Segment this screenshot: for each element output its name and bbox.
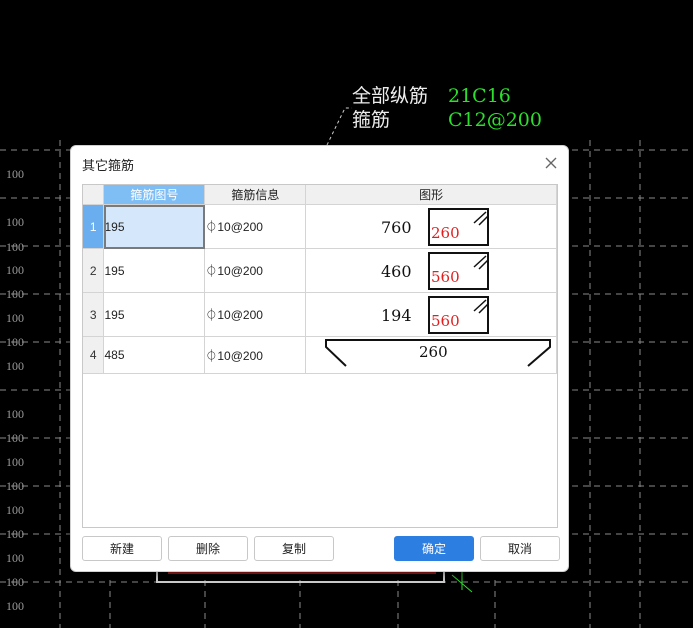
stirrup-shape-cell[interactable]: 760 260: [305, 204, 557, 249]
shape-dimension-left: 194: [381, 306, 412, 325]
stirrup-shape-cell[interactable]: 194 560: [305, 292, 557, 337]
all-long-rebar-value: 21C16: [448, 85, 511, 107]
row-number[interactable]: 1: [83, 204, 105, 249]
column-header-info[interactable]: 箍筋信息: [204, 185, 307, 205]
stirrup-info-cell[interactable]: ⏀10@200: [204, 204, 307, 249]
row-label: 100: [6, 407, 24, 421]
row-label: 100: [6, 359, 24, 373]
stirrup-shape-cell[interactable]: 260: [305, 336, 557, 374]
row-label: 100: [6, 311, 24, 325]
row-label: 100: [6, 431, 24, 445]
stirrup-code-cell[interactable]: 195: [103, 292, 206, 337]
row-label: 100: [6, 455, 24, 469]
shape-dimension-center: 260: [419, 343, 448, 361]
row-label: 100: [6, 551, 24, 565]
column-header-code[interactable]: 箍筋图号: [103, 185, 206, 205]
stirrup-info-cell[interactable]: ⏀10@200: [204, 248, 307, 293]
row-label: 100: [6, 287, 24, 301]
row-label: 100: [6, 599, 24, 613]
row-label: 100: [6, 527, 24, 541]
ok-button[interactable]: 确定: [394, 536, 474, 561]
row-label: 100: [6, 263, 24, 277]
cancel-button[interactable]: 取消: [480, 536, 560, 561]
table-row[interactable]: 3 195 ⏀10@200 194 560: [83, 292, 557, 337]
table-row[interactable]: 1 195 ⏀10@200 760 260: [83, 204, 557, 249]
row-label: 100: [6, 479, 24, 493]
closed-stirrup-shape: 194 560: [381, 296, 490, 334]
row-number[interactable]: 2: [83, 248, 105, 293]
row-label: 100: [6, 167, 24, 181]
stirrup-info-cell[interactable]: ⏀10@200: [204, 292, 307, 337]
dialog-title: 其它箍筋: [82, 158, 135, 173]
row-label: 100: [6, 575, 24, 589]
row-label: 100: [6, 503, 24, 517]
close-icon[interactable]: [544, 156, 558, 170]
stirrup-info-cell[interactable]: ⏀10@200: [204, 336, 307, 374]
copy-button[interactable]: 复制: [254, 536, 334, 561]
new-button[interactable]: 新建: [82, 536, 162, 561]
row-number[interactable]: 3: [83, 292, 105, 337]
shape-dimension-left: 460: [381, 262, 412, 281]
row-number[interactable]: 4: [83, 336, 105, 374]
stirrup-value: C12@200: [448, 109, 542, 131]
stirrup-code-cell[interactable]: 195: [103, 204, 206, 249]
shape-dimension-left: 760: [381, 218, 412, 237]
row-label: 100: [6, 240, 24, 254]
stirrup-code-cell[interactable]: 485: [103, 336, 206, 374]
table-header-row: 箍筋图号 箍筋信息 图形: [83, 185, 557, 205]
closed-stirrup-shape: 460 560: [381, 252, 490, 290]
open-stirrup-shape: 260: [325, 339, 552, 367]
stirrup-shape-cell[interactable]: 460 560: [305, 248, 557, 293]
stirrup-label: 箍筋: [352, 109, 391, 131]
all-long-rebar-label: 全部纵筋: [352, 85, 429, 107]
stirrup-grid: 箍筋图号 箍筋信息 图形 1 195 ⏀10@200 760 260 2 195…: [82, 184, 558, 528]
header-corner: [83, 185, 105, 205]
delete-button[interactable]: 删除: [168, 536, 248, 561]
table-row[interactable]: 2 195 ⏀10@200 460 560: [83, 248, 557, 293]
row-label: 100: [6, 215, 24, 229]
closed-stirrup-shape: 760 260: [381, 208, 490, 246]
shape-dimension-inner: 260: [431, 224, 460, 242]
other-stirrups-dialog: 其它箍筋 箍筋图号 箍筋信息 图形 1 195 ⏀10@200 760 260 …: [70, 145, 569, 572]
column-header-shape[interactable]: 图形: [305, 185, 557, 205]
stirrup-code-cell[interactable]: 195: [103, 248, 206, 293]
row-label: 100: [6, 335, 24, 349]
shape-dimension-inner: 560: [431, 312, 460, 330]
shape-dimension-inner: 560: [431, 268, 460, 286]
stirrup-table: 箍筋图号 箍筋信息 图形 1 195 ⏀10@200 760 260 2 195…: [83, 185, 557, 374]
table-row[interactable]: 4 485 ⏀10@200 260: [83, 336, 557, 374]
